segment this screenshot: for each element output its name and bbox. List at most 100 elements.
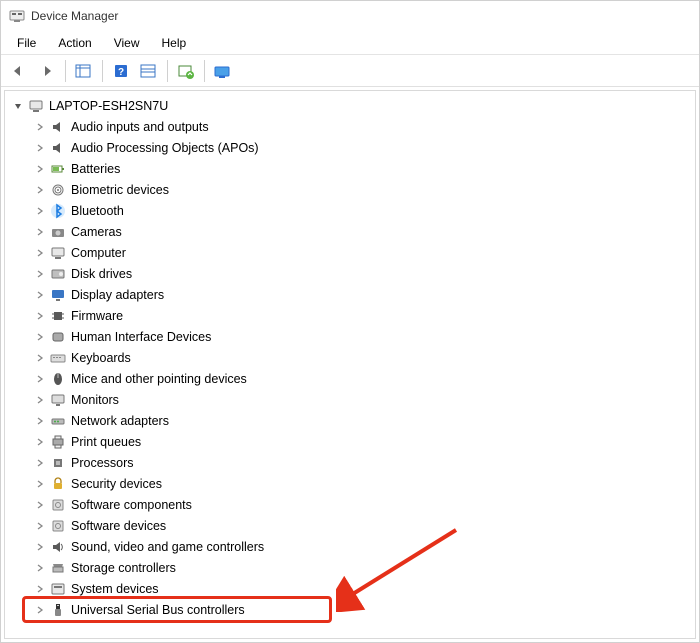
- chevron-right-icon[interactable]: [33, 309, 47, 323]
- chevron-right-icon[interactable]: [33, 141, 47, 155]
- tree-item[interactable]: Storage controllers: [5, 557, 695, 578]
- titlebar: Device Manager: [1, 1, 699, 31]
- menu-file[interactable]: File: [7, 33, 46, 53]
- chevron-right-icon[interactable]: [33, 330, 47, 344]
- chevron-right-icon[interactable]: [33, 498, 47, 512]
- toolbar-separator: [204, 60, 205, 82]
- chevron-right-icon[interactable]: [33, 162, 47, 176]
- chevron-right-icon[interactable]: [33, 582, 47, 596]
- toolbar-back-button[interactable]: [5, 58, 33, 84]
- tree-item[interactable]: Cameras: [5, 221, 695, 242]
- menu-view[interactable]: View: [104, 33, 150, 53]
- tree-item-label: Audio Processing Objects (APOs): [71, 141, 259, 155]
- monitor-icon: [49, 391, 67, 409]
- tree-item[interactable]: Computer: [5, 242, 695, 263]
- chevron-right-icon[interactable]: [33, 435, 47, 449]
- tree-item-label: Network adapters: [71, 414, 169, 428]
- tree-item-label: Universal Serial Bus controllers: [71, 603, 245, 617]
- tree-item-label: Display adapters: [71, 288, 164, 302]
- tree-item[interactable]: Audio Processing Objects (APOs): [5, 137, 695, 158]
- cpu-icon: [49, 454, 67, 472]
- bluetooth-icon: [49, 202, 67, 220]
- chevron-right-icon[interactable]: [33, 477, 47, 491]
- device-manager-window: Device Manager File Action View Help ?: [0, 0, 700, 643]
- chevron-right-icon[interactable]: [33, 225, 47, 239]
- toolbar-help-button[interactable]: ?: [107, 58, 135, 84]
- usb-icon: [49, 601, 67, 619]
- tree-item[interactable]: Bluetooth: [5, 200, 695, 221]
- computer-icon: [27, 97, 45, 115]
- tree-item-label: Batteries: [71, 162, 120, 176]
- chevron-right-icon[interactable]: [33, 414, 47, 428]
- tree-item[interactable]: Disk drives: [5, 263, 695, 284]
- tree-item-label: Mice and other pointing devices: [71, 372, 247, 386]
- toolbar-update-driver-button[interactable]: [172, 58, 200, 84]
- fingerprint-icon: [49, 181, 67, 199]
- menu-action[interactable]: Action: [48, 33, 101, 53]
- sound-icon: [49, 538, 67, 556]
- window-title: Device Manager: [31, 9, 118, 23]
- tree-item[interactable]: System devices: [5, 578, 695, 599]
- device-tree-pane[interactable]: LAPTOP-ESH2SN7U Audio inputs and outputs…: [4, 90, 696, 639]
- toolbar-show-hidden-button[interactable]: [70, 58, 98, 84]
- chevron-right-icon[interactable]: [33, 372, 47, 386]
- battery-icon: [49, 160, 67, 178]
- keyboard-icon: [49, 349, 67, 367]
- menu-help[interactable]: Help: [152, 33, 197, 53]
- chip-icon: [49, 307, 67, 325]
- chevron-down-icon[interactable]: [11, 99, 25, 113]
- toolbar: ?: [1, 55, 699, 87]
- toolbar-separator: [167, 60, 168, 82]
- tree-item-label: Disk drives: [71, 267, 132, 281]
- chevron-right-icon[interactable]: [33, 519, 47, 533]
- chevron-right-icon[interactable]: [33, 288, 47, 302]
- chevron-right-icon[interactable]: [33, 120, 47, 134]
- chevron-right-icon[interactable]: [33, 183, 47, 197]
- tree-item-label: Software components: [71, 498, 192, 512]
- tree-item-label: Print queues: [71, 435, 141, 449]
- mouse-icon: [49, 370, 67, 388]
- toolbar-properties-button[interactable]: [135, 58, 163, 84]
- tree-item[interactable]: Audio inputs and outputs: [5, 116, 695, 137]
- chevron-right-icon[interactable]: [33, 393, 47, 407]
- chevron-right-icon[interactable]: [33, 204, 47, 218]
- tree-item[interactable]: Human Interface Devices: [5, 326, 695, 347]
- tree-item[interactable]: Sound, video and game controllers: [5, 536, 695, 557]
- toolbar-forward-button[interactable]: [33, 58, 61, 84]
- tree-item[interactable]: Monitors: [5, 389, 695, 410]
- software-icon: [49, 517, 67, 535]
- chevron-right-icon[interactable]: [33, 603, 47, 617]
- tree-item[interactable]: Firmware: [5, 305, 695, 326]
- chevron-right-icon[interactable]: [33, 351, 47, 365]
- chevron-right-icon[interactable]: [33, 561, 47, 575]
- svg-text:?: ?: [118, 67, 124, 78]
- chevron-right-icon[interactable]: [33, 456, 47, 470]
- disk-icon: [49, 265, 67, 283]
- network-icon: [49, 412, 67, 430]
- tree-item[interactable]: Mice and other pointing devices: [5, 368, 695, 389]
- tree-item[interactable]: Keyboards: [5, 347, 695, 368]
- software-icon: [49, 496, 67, 514]
- tree-item[interactable]: Processors: [5, 452, 695, 473]
- tree-item[interactable]: Security devices: [5, 473, 695, 494]
- tree-item[interactable]: Display adapters: [5, 284, 695, 305]
- system-icon: [49, 580, 67, 598]
- chevron-right-icon[interactable]: [33, 267, 47, 281]
- tree-item[interactable]: Software devices: [5, 515, 695, 536]
- tree-item-label: System devices: [71, 582, 159, 596]
- tree-item[interactable]: Print queues: [5, 431, 695, 452]
- storage-icon: [49, 559, 67, 577]
- chevron-right-icon[interactable]: [33, 540, 47, 554]
- tree-item-label: Monitors: [71, 393, 119, 407]
- tree-item[interactable]: Network adapters: [5, 410, 695, 431]
- tree-root[interactable]: LAPTOP-ESH2SN7U: [5, 95, 695, 116]
- tree-item[interactable]: Universal Serial Bus controllers: [5, 599, 695, 620]
- tree-item-label: Security devices: [71, 477, 162, 491]
- chevron-right-icon[interactable]: [33, 246, 47, 260]
- toolbar-scan-hardware-button[interactable]: [209, 58, 237, 84]
- computer-icon: [49, 244, 67, 262]
- tree-item[interactable]: Batteries: [5, 158, 695, 179]
- tree-item[interactable]: Biometric devices: [5, 179, 695, 200]
- tree-item[interactable]: Software components: [5, 494, 695, 515]
- camera-icon: [49, 223, 67, 241]
